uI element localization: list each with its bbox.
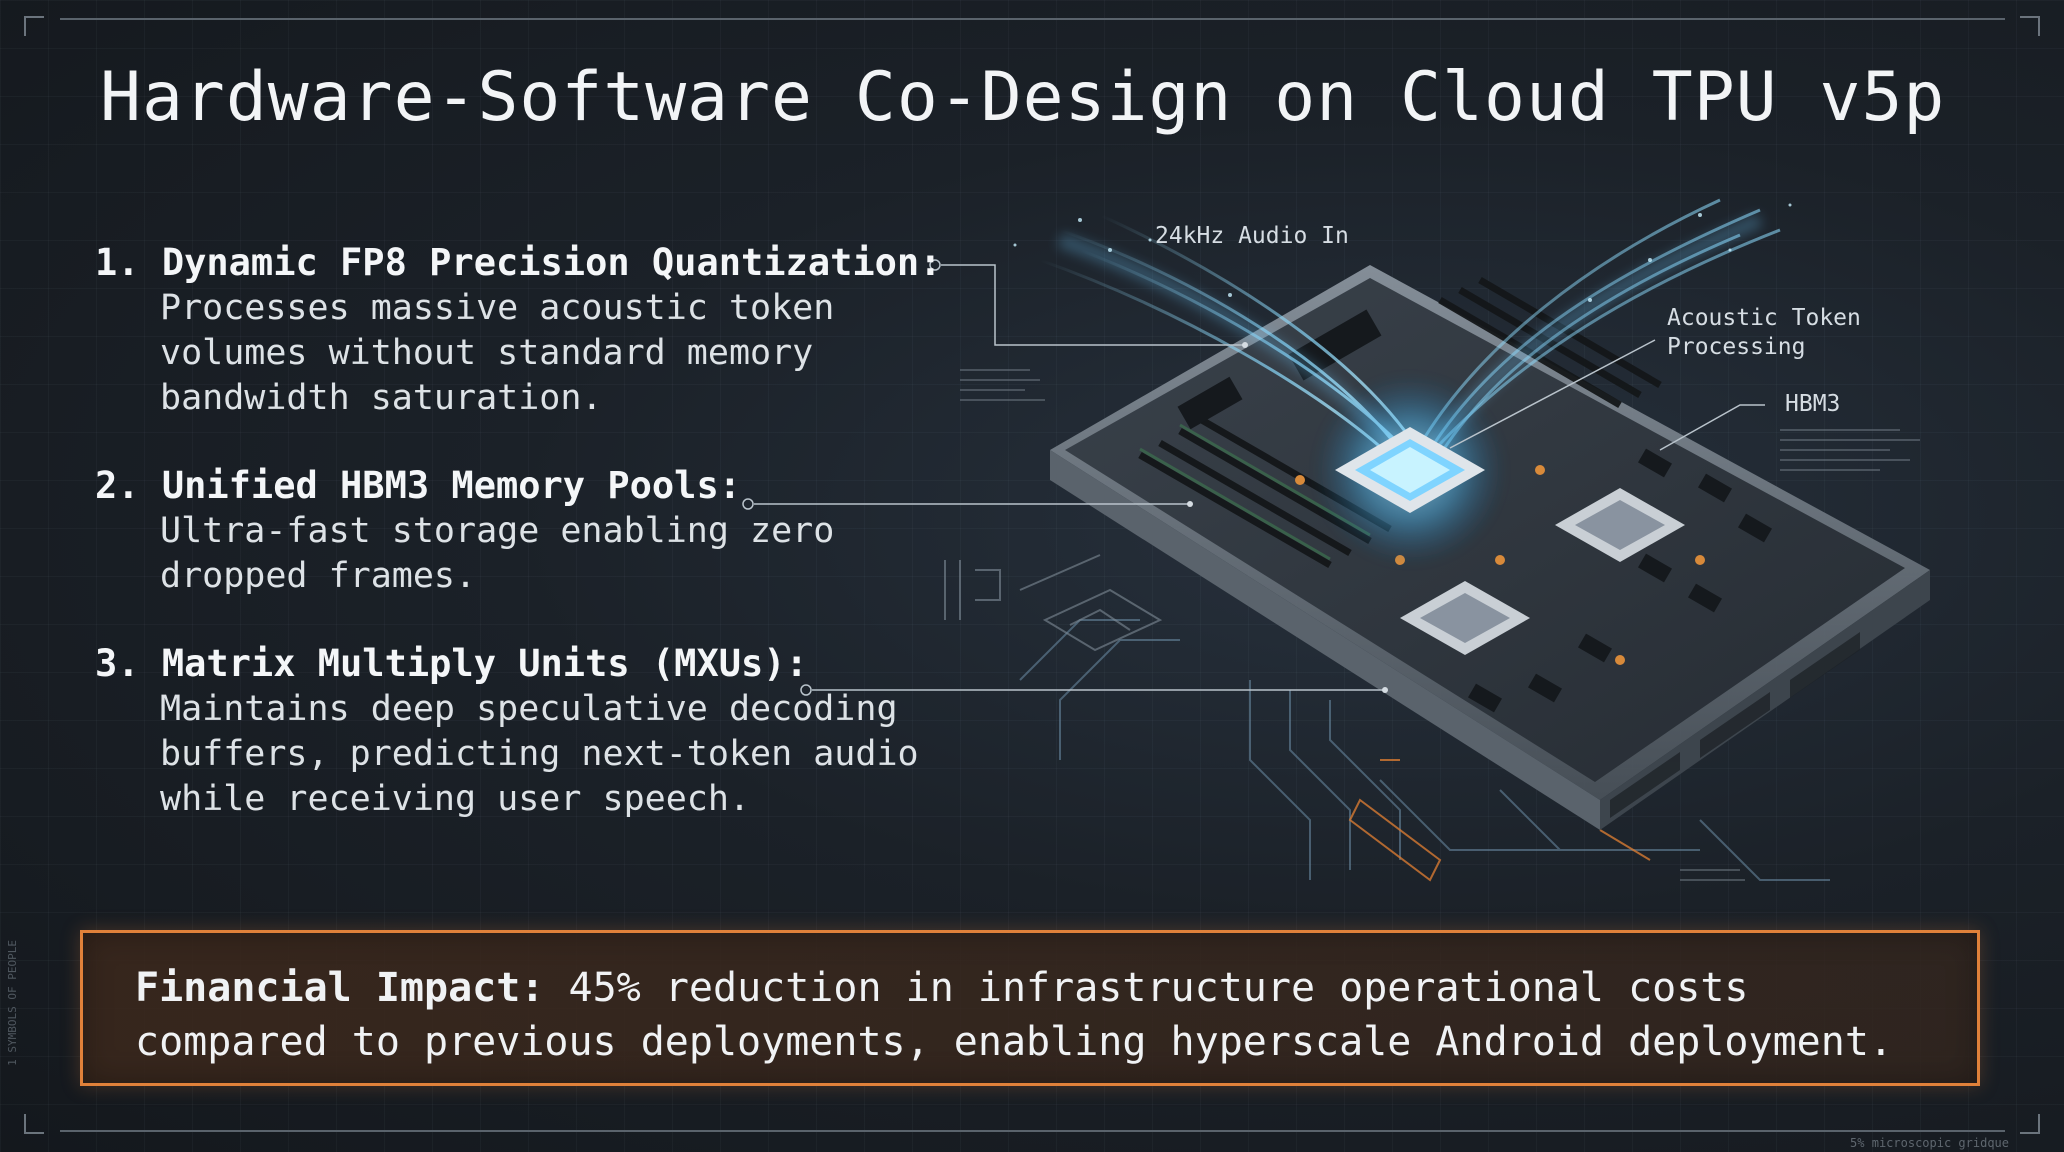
feature-description: Ultra-fast storage enabling zero dropped… [160, 511, 835, 596]
feature-heading: 1. Dynamic FP8 Precision Quantization: [95, 241, 942, 284]
financial-impact-box: Financial Impact: 45% reduction in infra… [80, 930, 1980, 1086]
feature-item-fp8: 1. Dynamic FP8 Precision Quantization: P… [95, 240, 975, 421]
label-acoustic-token-line2: Processing [1667, 334, 1806, 360]
feature-item-hbm3: 2. Unified HBM3 Memory Pools: Ultra-fast… [95, 463, 975, 599]
label-acoustic-token: Acoustic Token Processing [1667, 304, 1861, 362]
label-hbm3: HBM3 [1785, 391, 1841, 417]
side-note: 1 SYMBOLS OF PEOPLE [6, 940, 19, 1066]
financial-impact-label: Financial Impact: [135, 965, 545, 1011]
feature-item-mxu: 3. Matrix Multiply Units (MXUs): Maintai… [95, 641, 975, 822]
feature-list: 1. Dynamic FP8 Precision Quantization: P… [95, 240, 975, 864]
feature-description: Maintains deep speculative decoding buff… [160, 689, 919, 819]
feature-description: Processes massive acoustic token volumes… [160, 288, 835, 418]
label-acoustic-token-line1: Acoustic Token [1667, 305, 1861, 331]
feature-heading: 2. Unified HBM3 Memory Pools: [95, 464, 742, 507]
footer-note: 5% microscopic gridque [1850, 1136, 2009, 1150]
feature-heading: 3. Matrix Multiply Units (MXUs): [95, 642, 808, 685]
label-audio-in: 24kHz Audio In [1155, 223, 1349, 249]
schematic-sketch [944, 554, 1163, 652]
tpu-core-chip [1315, 375, 1505, 565]
